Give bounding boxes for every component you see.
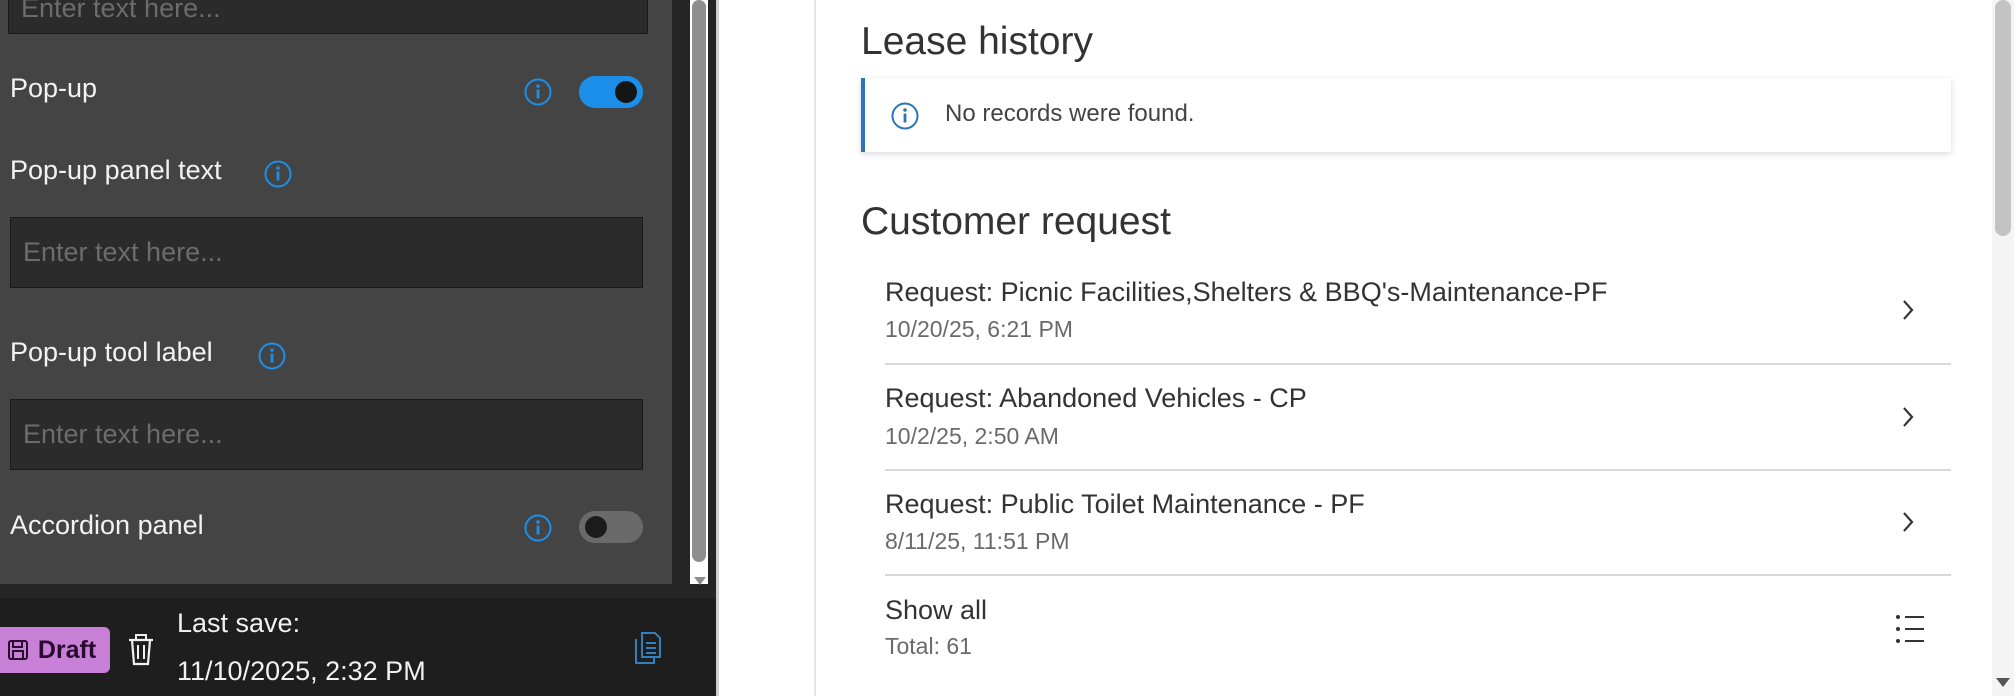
info-icon[interactable] (257, 341, 287, 371)
list-icon (1896, 615, 1924, 643)
trash-icon[interactable] (126, 633, 156, 667)
accordion-panel-label: Accordion panel (10, 510, 204, 540)
customer-request-heading: Customer request (861, 200, 1171, 243)
settings-content (0, 0, 672, 584)
accordion-toggle[interactable] (579, 511, 643, 543)
save-icon (7, 640, 28, 660)
total-count: Total: 61 (885, 633, 972, 659)
no-records-text: No records were found. (945, 100, 1195, 127)
chevron-right-icon (1903, 407, 1914, 427)
scroll-down-arrow-icon[interactable] (1994, 675, 2012, 689)
toggle-knob (585, 516, 607, 538)
request-title: Request: Public Toilet Maintenance - PF (885, 489, 1365, 519)
request-title: Request: Picnic Facilities,Shelters & BB… (885, 277, 1608, 307)
request-title: Request: Abandoned Vehicles - CP (885, 383, 1307, 413)
draft-button[interactable]: Draft (0, 627, 110, 673)
popup-toggle[interactable] (579, 76, 643, 108)
request-date: 10/2/25, 2:50 AM (885, 423, 1059, 449)
popup-tool-label-input[interactable]: Enter text here... (10, 399, 643, 470)
last-save-label: Last save: (177, 608, 301, 638)
copy-icon[interactable] (632, 630, 664, 666)
last-save-value: 11/10/2025, 2:32 PM (177, 656, 426, 686)
preview-scrollbar-thumb[interactable] (1995, 0, 2011, 236)
popup-panel-text-input[interactable]: Enter text here... (10, 217, 643, 288)
toggle-knob (615, 81, 637, 103)
show-all-item[interactable] (861, 576, 1951, 672)
popup-tool-label: Pop-up tool label (10, 337, 213, 367)
request-item[interactable] (861, 471, 1951, 575)
settings-scrollbar-thumb[interactable] (692, 0, 706, 562)
request-item[interactable] (861, 365, 1951, 469)
info-icon (891, 102, 919, 130)
scroll-down-arrow-icon[interactable] (693, 575, 707, 587)
show-all-label: Show all (885, 595, 988, 625)
info-icon[interactable] (523, 77, 553, 107)
draft-button-label: Draft (37, 635, 97, 664)
chevron-right-icon (1903, 300, 1914, 320)
popup-tool-label-placeholder: Enter text here... (23, 419, 223, 449)
popup-panel-text-label: Pop-up panel text (10, 155, 222, 185)
content-border (814, 0, 816, 696)
top-text-input[interactable]: Enter text here... (8, 0, 648, 34)
request-date: 8/11/25, 11:51 PM (885, 528, 1070, 554)
top-text-input-placeholder: Enter text here... (21, 0, 221, 23)
request-date: 10/20/25, 6:21 PM (885, 316, 1073, 342)
info-icon[interactable] (523, 513, 553, 543)
popup-label: Pop-up (10, 73, 98, 103)
chevron-right-icon (1903, 512, 1914, 532)
lease-history-heading: Lease history (861, 20, 1093, 63)
info-icon[interactable] (263, 159, 293, 189)
popup-panel-text-placeholder: Enter text here... (23, 237, 223, 267)
